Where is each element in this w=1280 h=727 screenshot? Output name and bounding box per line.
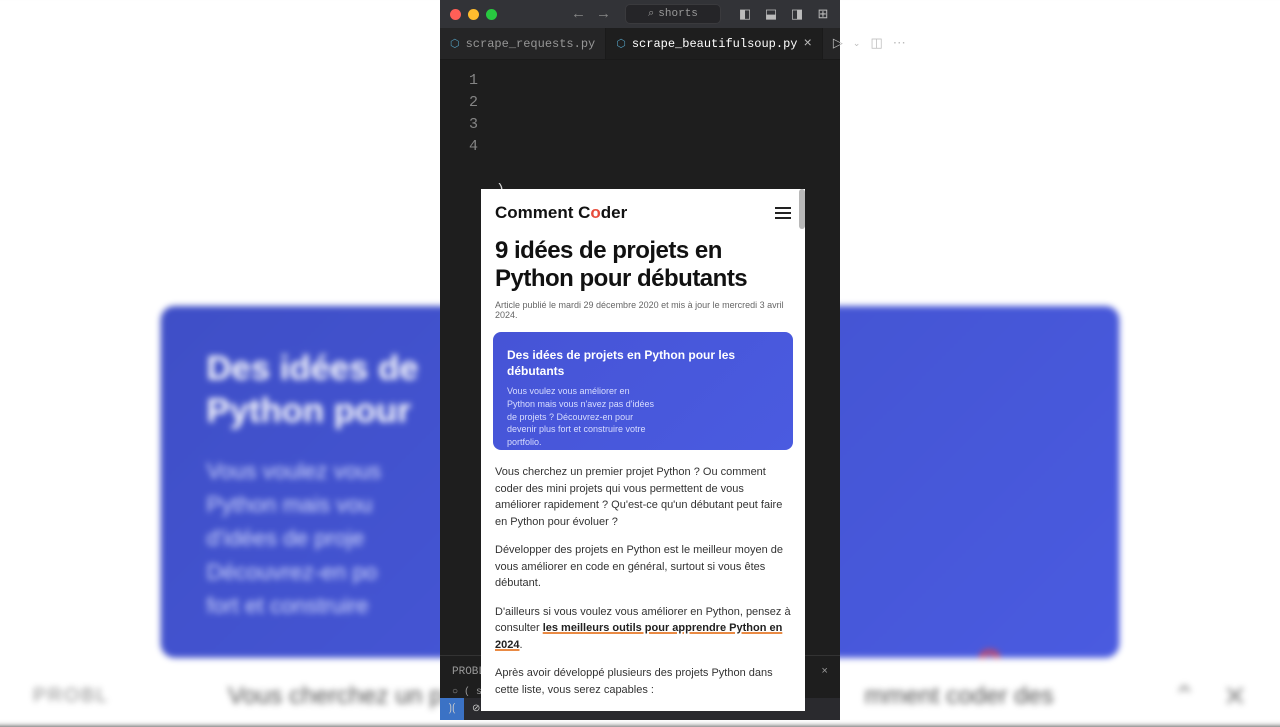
layout-right-icon[interactable]: ◨	[790, 7, 804, 22]
nav-forward-icon[interactable]: →	[599, 6, 608, 23]
search-placeholder: shorts	[658, 8, 698, 20]
article-meta: Article publié le mardi 29 décembre 2020…	[481, 296, 805, 328]
tab-scrape-beautifulsoup[interactable]: ⬡ scrape_beautifulsoup.py ×	[606, 28, 823, 59]
tab-label: scrape_requests.py	[466, 37, 596, 51]
paragraph: Vous cherchez un premier projet Python ?…	[495, 464, 791, 530]
traffic-lights[interactable]	[450, 9, 497, 20]
tab-label: scrape_beautifulsoup.py	[632, 37, 798, 51]
paragraph: Après avoir développé plusieurs des proj…	[495, 665, 791, 698]
layout-left-icon[interactable]: ◧	[738, 7, 752, 22]
paragraph: D'ailleurs si vous voulez vous améliorer…	[495, 604, 791, 654]
hamburger-menu-icon[interactable]	[775, 207, 791, 219]
command-center-search[interactable]: ⌕ shorts	[625, 4, 721, 24]
bullet-list: De montrer des projets dans votre portfo…	[495, 710, 791, 711]
tab-scrape-requests[interactable]: ⬡ scrape_requests.py	[440, 28, 606, 59]
maximize-window-icon[interactable]	[486, 9, 497, 20]
split-editor-icon[interactable]: ◫	[870, 36, 882, 51]
python-icon: ⬡	[450, 37, 460, 51]
code-content[interactable]: ) ler.com/projets-python-debutants/"	[496, 70, 840, 190]
search-icon: ⌕	[648, 8, 654, 20]
list-item: De montrer des projets dans votre portfo…	[511, 710, 791, 711]
python-icon: ⬡	[616, 37, 626, 51]
browser-preview: Comment Coder 9 idées de projets en Pyth…	[481, 189, 805, 711]
bg-chevrons: ⌃✕	[1173, 679, 1247, 713]
nav-back-icon[interactable]: ←	[574, 6, 583, 23]
close-tab-icon[interactable]: ×	[803, 36, 811, 52]
article-title: 9 idées de projets en Python pour débuta…	[481, 231, 805, 296]
panel-close-icon[interactable]: ×	[821, 666, 828, 678]
bg-problems-label: PROBL	[33, 685, 109, 707]
close-window-icon[interactable]	[450, 9, 461, 20]
tab-bar: ⬡ scrape_requests.py ⬡ scrape_beautifuls…	[440, 28, 840, 60]
hero-card-title: Des idées de projets en Python pour les …	[507, 348, 779, 379]
code-editor[interactable]: 1 2 3 4 ) ler.com/projets-python-debutan…	[440, 60, 840, 190]
remote-indicator[interactable]: ⟯⟮	[440, 698, 464, 720]
run-icon[interactable]: ▷	[833, 36, 843, 51]
titlebar: ← → ⌕ shorts ◧ ⬓ ◨ ⊞	[440, 0, 840, 28]
run-dropdown-icon[interactable]: ⌄	[853, 39, 861, 49]
article-body: Vous cherchez un premier projet Python ?…	[481, 460, 805, 711]
paragraph: Développer des projets en Python est le …	[495, 542, 791, 592]
minimize-window-icon[interactable]	[468, 9, 479, 20]
scrollbar-thumb[interactable]	[799, 189, 805, 229]
layout-customize-icon[interactable]: ⊞	[816, 7, 830, 22]
hero-card-text: Vous voulez vous améliorer en Python mai…	[507, 385, 657, 448]
layout-bottom-icon[interactable]: ⬓	[764, 7, 778, 22]
more-actions-icon[interactable]: ⋯	[893, 36, 906, 51]
site-logo[interactable]: Comment Coder	[495, 203, 627, 223]
hero-card: Des idées de projets en Python pour les …	[493, 332, 793, 450]
line-gutter: 1 2 3 4	[440, 70, 496, 190]
